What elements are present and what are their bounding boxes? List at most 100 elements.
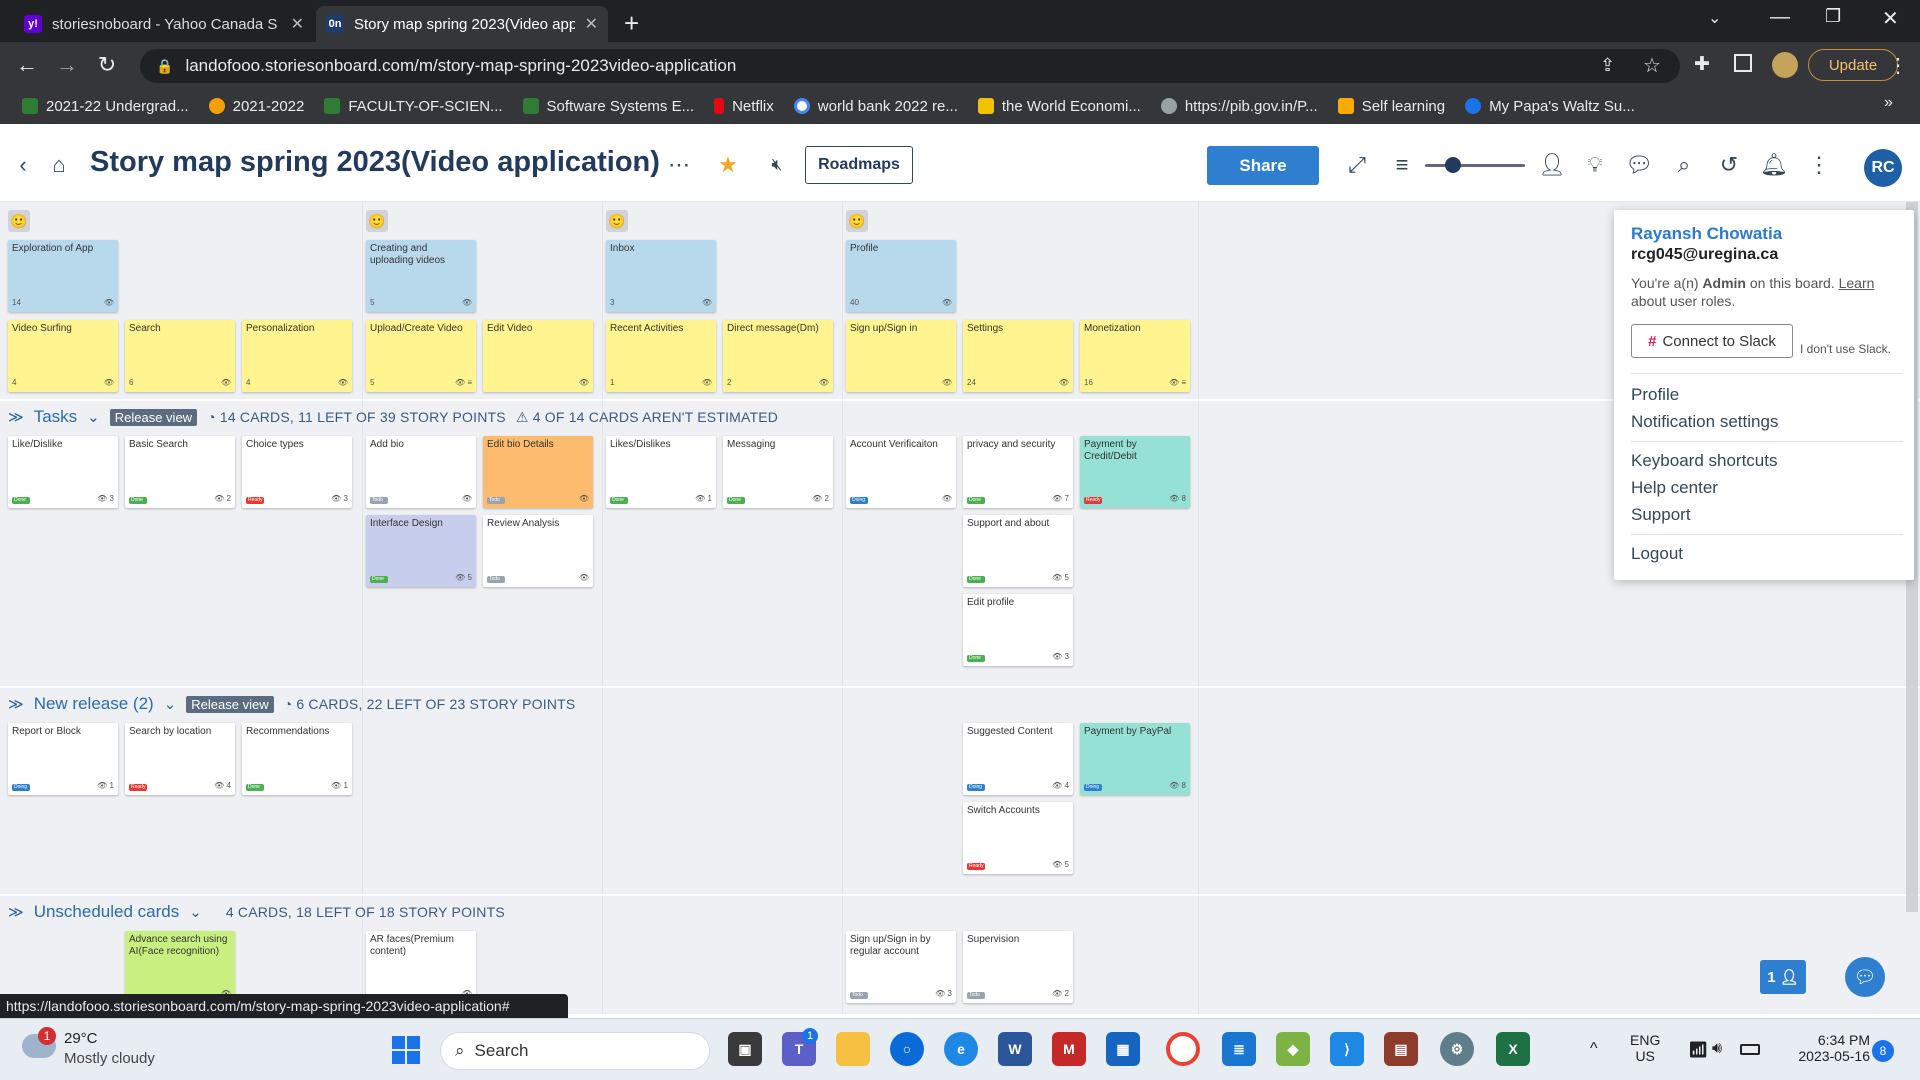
update-button[interactable]: Update <box>1808 49 1898 81</box>
winrar-icon[interactable]: ▤ <box>1384 1032 1418 1066</box>
density-icon[interactable]: ≡ <box>1387 150 1417 180</box>
chat-support-icon[interactable]: 💬︎ <box>1845 957 1885 997</box>
zoom-slider[interactable] <box>1425 164 1525 167</box>
weather-desc[interactable]: Mostly cloudy <box>64 1050 155 1067</box>
persona-avatar[interactable]: 🙂 <box>606 210 628 232</box>
zoom-slider-handle[interactable] <box>1445 157 1461 173</box>
release-name[interactable]: Unscheduled cards <box>34 902 180 922</box>
step-card[interactable]: Video Surfing 4 👁 <box>8 320 118 392</box>
chevron-down-icon[interactable]: ⌄ <box>622 150 652 180</box>
menu-item-notification-settings[interactable]: Notification settings <box>1631 412 1778 432</box>
story-card[interactable]: Like/Dislike Done 👁 3 <box>8 436 118 508</box>
persona-avatar[interactable]: 🙂 <box>846 210 868 232</box>
story-card[interactable]: Review Analysis Todo 👁 <box>483 515 593 587</box>
story-card[interactable]: Sign up/Sign in by regular account Todo 👁 … <box>846 931 956 1003</box>
collapse-icon[interactable]: ≫ <box>8 903 24 921</box>
user-avatar[interactable]: RC <box>1864 149 1902 187</box>
bookmark-item[interactable]: the World Economi... <box>977 98 1141 115</box>
settings-icon[interactable]: ⚙ <box>1440 1032 1474 1066</box>
share-button[interactable]: Share <box>1207 146 1319 185</box>
chrome-icon[interactable] <box>1166 1032 1200 1066</box>
chevron-down-icon[interactable]: ⌄ <box>87 408 100 426</box>
step-card[interactable]: Edit Video 👁 <box>483 320 593 392</box>
story-card[interactable]: Edit bio Details Todo 👁 <box>483 436 593 508</box>
lightbulb-icon[interactable]: 💡︎ <box>1580 150 1610 180</box>
show-hidden-icons[interactable]: ^ <box>1590 1040 1598 1058</box>
mute-icon[interactable]: 🔇︎ <box>762 150 792 180</box>
board-title[interactable]: Story map spring 2023(Video application) <box>90 146 660 179</box>
release-name[interactable]: Tasks <box>34 407 77 427</box>
bookmark-item[interactable]: My Papa's Waltz Su... <box>1465 98 1635 115</box>
tab-story-map[interactable]: 0n Story map spring 2023(Video app ✕ <box>316 6 608 42</box>
story-card[interactable]: Payment by PayPal Doing 👁 8 <box>1080 723 1190 795</box>
bell-icon[interactable]: 🔔︎ <box>1759 150 1789 180</box>
menu-dots-icon[interactable]: ⋮ <box>1888 53 1908 78</box>
no-slack-link[interactable]: I don't use Slack. <box>1800 342 1891 356</box>
step-card[interactable]: Sign up/Sign in 👁 <box>846 320 956 392</box>
persona-avatar[interactable]: 🙂 <box>8 210 30 232</box>
story-card[interactable]: Interface Design Done 👁 5 <box>366 515 476 587</box>
team-members-button[interactable]: 1 👤︎ <box>1760 960 1806 994</box>
window-close-icon[interactable]: ✕ <box>1882 6 1899 31</box>
bookmark-item[interactable]: world bank 2022 re... <box>793 98 958 115</box>
story-card[interactable]: Likes/Dislikes Done 👁 1 <box>606 436 716 508</box>
bookmark-star-icon[interactable]: ☆ <box>1643 53 1661 78</box>
reload-icon[interactable]: ↻ <box>94 52 120 78</box>
cortana-icon[interactable]: ○ <box>890 1032 924 1066</box>
history-icon[interactable]: ↺ <box>1714 150 1744 180</box>
comments-icon[interactable]: 💬︎ <box>1624 150 1654 180</box>
menu-item-profile[interactable]: Profile <box>1631 385 1679 405</box>
collapse-icon[interactable]: ≫ <box>8 695 24 713</box>
goal-card[interactable]: Inbox 3 👁 <box>606 240 716 312</box>
edge-icon[interactable]: e <box>944 1032 978 1066</box>
step-card[interactable]: Search 6 👁 <box>125 320 235 392</box>
bookmark-item[interactable]: FACULTY-OF-SCIEN... <box>324 98 503 115</box>
story-card[interactable]: Supervision Todo 👁 2 <box>963 931 1073 1003</box>
release-view-button[interactable]: Release view <box>109 408 198 426</box>
extensions-icon[interactable]: ✚ <box>1694 53 1710 76</box>
clock[interactable]: 6:34 PM 2023-05-16 <box>1780 1032 1870 1064</box>
release-view-button[interactable]: Release view <box>186 695 274 713</box>
word-icon[interactable]: W <box>998 1032 1032 1066</box>
weather-temp[interactable]: 29°C <box>64 1030 98 1047</box>
fullscreen-icon[interactable]: ⤢ <box>1342 150 1372 180</box>
close-icon[interactable]: ✕ <box>291 14 304 34</box>
menu-item-help-center[interactable]: Help center <box>1631 478 1718 498</box>
story-card[interactable]: Recommendations Done 👁 1 <box>242 723 352 795</box>
kebab-icon[interactable]: ⋮ <box>1804 150 1834 180</box>
language-indicator[interactable]: ENG US <box>1630 1032 1660 1064</box>
goal-card[interactable]: Exploration of App 14 👁 <box>8 240 118 312</box>
mcafee-icon[interactable]: M <box>1052 1032 1086 1066</box>
wifi-icon[interactable]: 📶︎ <box>1688 1040 1708 1060</box>
taskbar-search[interactable]: ⌕ Search <box>440 1032 710 1070</box>
store-icon[interactable]: ▦ <box>1106 1032 1140 1066</box>
home-icon[interactable]: ⌂ <box>44 150 74 180</box>
restore-icon[interactable]: ❐ <box>1825 6 1841 27</box>
tab-search-icon[interactable]: ⌄ <box>1708 8 1721 28</box>
bookmark-item[interactable]: Software Systems E... <box>522 98 694 115</box>
new-tab-icon[interactable]: + <box>624 8 639 39</box>
menu-item-keyboard-shortcuts[interactable]: Keyboard shortcuts <box>1631 451 1777 471</box>
menu-item-logout[interactable]: Logout <box>1631 544 1683 564</box>
story-card[interactable]: Choice types Ready 👁 3 <box>242 436 352 508</box>
release-name[interactable]: New release (2) <box>34 694 154 714</box>
story-card[interactable]: Advance search using AI(Face recognition… <box>125 931 235 1003</box>
profile-avatar[interactable] <box>1772 52 1798 78</box>
minimize-icon[interactable]: — <box>1770 6 1790 29</box>
story-card[interactable]: Support and about Done 👁 5 <box>963 515 1073 587</box>
more-icon[interactable]: ⋯ <box>664 150 694 180</box>
notification-badge[interactable]: 8 <box>1872 1040 1894 1062</box>
vscode-icon[interactable]: ⟩ <box>1330 1032 1364 1066</box>
roadmaps-button[interactable]: Roadmaps <box>805 146 913 184</box>
story-card[interactable]: Messaging Done 👁 2 <box>723 436 833 508</box>
search-icon[interactable]: ⌕ <box>1669 150 1699 180</box>
connect-slack-button[interactable]: # Connect to Slack <box>1631 324 1793 358</box>
task-view-icon[interactable]: ▣ <box>728 1032 762 1066</box>
bookmark-item[interactable]: 2021-22 Undergrad... <box>22 98 189 115</box>
menu-item-support[interactable]: Support <box>1631 505 1691 525</box>
story-card[interactable]: Suggested Content Doing 👁 4 <box>963 723 1073 795</box>
notepad-icon[interactable]: ≣ <box>1222 1032 1256 1066</box>
photos-icon[interactable]: ◆ <box>1276 1032 1310 1066</box>
story-card[interactable]: Basic Search Done 👁 2 <box>125 436 235 508</box>
person-icon[interactable]: 👤︎ <box>1537 150 1567 180</box>
